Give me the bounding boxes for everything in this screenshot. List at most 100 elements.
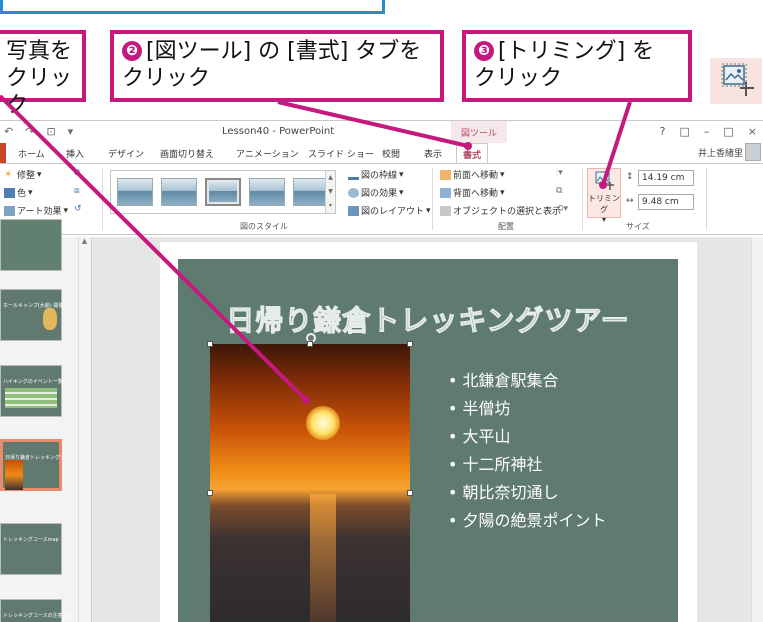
ribbon: ☀修整▾ 色▾ アート効果▾ ⧉ ⧈ ↺ 調整 ▲▼▾ 図の枠線▾ 図の効果▾ … xyxy=(0,163,763,235)
slide-thumbnail-6[interactable]: トレッキングコースの注意事項 xyxy=(0,599,73,622)
height-icon: ↕ xyxy=(626,172,634,182)
undo-icon[interactable]: ↶ xyxy=(4,125,13,138)
rotate-icon[interactable]: ⟲▾ xyxy=(556,204,568,214)
callout-crop: ❸ [トリミング] を クリック xyxy=(462,30,692,102)
resize-handle-tr[interactable] xyxy=(407,341,413,347)
tab-animations[interactable]: アニメーション xyxy=(236,147,299,160)
slide-thumbnail-5[interactable]: トレッキングコースmap xyxy=(0,523,62,575)
callout-3-text: [トリミング] を クリック xyxy=(474,39,655,91)
send-backward-button[interactable]: 背面へ移動 ▾ xyxy=(440,186,505,199)
picture-style-5[interactable] xyxy=(293,178,329,206)
resize-handle-tl[interactable] xyxy=(207,341,213,347)
window-title: Lesson40 - PowerPoint xyxy=(222,126,335,137)
align-icon[interactable]: ⫶▾ xyxy=(556,168,563,178)
scroll-up-icon[interactable]: ▲ xyxy=(79,237,90,245)
color-icon xyxy=(4,187,15,198)
corrections-button[interactable]: ☀ 修整 ▾ xyxy=(4,168,42,182)
resize-handle-t[interactable] xyxy=(307,341,313,347)
bring-forward-button[interactable]: 前面へ移動 ▾ xyxy=(440,168,505,181)
step-3-badge: ❸ xyxy=(474,41,494,61)
bullet-item: 半僧坊 xyxy=(448,395,607,423)
sun xyxy=(306,406,340,440)
slide-thumbnail-pane: ホールキャンプ(大船) 開催 ハイキングのイベント一覧 日帰り鎌倉トレッキングツ… xyxy=(0,219,92,622)
file-tab[interactable] xyxy=(0,143,6,163)
ribbon-tabs: ホーム 挿入 デザイン 画面切り替え アニメーション スライド ショー 校閲 表… xyxy=(0,143,763,164)
tab-design[interactable]: デザイン xyxy=(108,147,144,160)
sunset-mini xyxy=(5,460,23,490)
callout-2-text: [図ツール] の [書式] タブを クリック xyxy=(122,39,422,91)
crop-button[interactable]: トリミング ▾ xyxy=(587,168,621,224)
tab-view[interactable]: 表示 xyxy=(424,147,442,160)
divider xyxy=(102,168,103,230)
tab-format[interactable]: 書式 xyxy=(456,143,489,164)
width-field[interactable]: 9.48 cm xyxy=(638,194,694,210)
size-group-label: サイズ xyxy=(626,222,650,231)
resize-handle-r[interactable] xyxy=(407,490,413,496)
change-picture-icon[interactable]: ⧈ xyxy=(74,186,80,196)
window-controls: ? □ – □ × xyxy=(660,125,757,138)
callout-format-tab: ❷ [図ツール] の [書式] タブを クリック xyxy=(110,30,444,102)
close-icon[interactable]: × xyxy=(748,125,757,138)
width-icon: ↔ xyxy=(626,196,634,206)
effects-icon xyxy=(348,187,359,198)
tab-slideshow[interactable]: スライド ショー xyxy=(308,147,374,160)
title-bar: ↶ ↷ ⊡ ▾ Lesson40 - PowerPoint 図ツール ? □ –… xyxy=(0,121,763,143)
tab-transitions[interactable]: 画面切り替え xyxy=(160,147,214,160)
gallery-scroll[interactable]: ▲ ▼ ▾ xyxy=(325,171,335,213)
slide-thumbnail-2[interactable]: ホールキャンプ(大船) 開催 xyxy=(0,289,63,341)
crop-icon xyxy=(595,171,614,190)
slide-title[interactable]: 日帰り鎌倉トレッキングツアー xyxy=(178,299,678,339)
slideshow-icon[interactable]: ⊡ xyxy=(46,125,55,138)
customize-icon[interactable]: ▾ xyxy=(68,125,74,138)
bring-forward-icon xyxy=(440,169,451,180)
picture-effects-button[interactable]: 図の効果 ▾ xyxy=(348,186,404,199)
picture-border-button[interactable]: 図の枠線 ▾ xyxy=(348,168,404,181)
tab-review[interactable]: 校閲 xyxy=(382,147,400,160)
tab-insert[interactable]: 挿入 xyxy=(66,147,84,160)
canvas-scrollbar[interactable] xyxy=(751,237,763,622)
help-icon[interactable]: ? xyxy=(660,125,666,138)
bullet-list[interactable]: 北鎌倉駅集合 半僧坊 大平山 十二所神社 朝比奈切通し 夕陽の絶景ポイント xyxy=(448,367,607,535)
selection-pane-button[interactable]: オブジェクトの選択と表示 xyxy=(440,204,561,217)
send-backward-icon xyxy=(440,187,451,198)
ribbon-display-icon[interactable]: □ xyxy=(679,125,689,138)
divider xyxy=(706,168,707,230)
instruction-strip xyxy=(0,0,385,14)
picture-style-3[interactable] xyxy=(205,178,241,206)
picture-tools-context: 図ツール xyxy=(451,121,507,143)
thumbnail-scrollbar[interactable]: ▲ xyxy=(78,237,90,622)
avatar[interactable] xyxy=(745,143,761,161)
bullet-item: 十二所神社 xyxy=(448,451,607,479)
resize-handle-l[interactable] xyxy=(207,490,213,496)
artistic-icon xyxy=(4,205,15,216)
artistic-effects-button[interactable]: アート効果 ▾ xyxy=(4,204,68,217)
picture-style-1[interactable] xyxy=(117,178,153,206)
height-field[interactable]: 14.19 cm xyxy=(638,170,694,186)
tab-home[interactable]: ホーム xyxy=(18,147,45,160)
sunset-photo[interactable] xyxy=(210,344,410,622)
divider xyxy=(432,168,433,230)
layout-icon xyxy=(348,205,359,216)
bullet-item: 夕陽の絶景ポイント xyxy=(448,507,607,535)
slide-thumbnail-3[interactable]: ハイキングのイベント一覧 xyxy=(0,365,63,417)
picture-style-2[interactable] xyxy=(161,178,197,206)
powerpoint-window: ↶ ↷ ⊡ ▾ Lesson40 - PowerPoint 図ツール ? □ –… xyxy=(0,120,763,622)
reset-picture-icon[interactable]: ↺ xyxy=(74,204,82,214)
picture-style-4[interactable] xyxy=(249,178,285,206)
restore-icon[interactable]: □ xyxy=(723,125,733,138)
user-name[interactable]: 井上香緒里 xyxy=(698,146,743,159)
table-image xyxy=(5,388,57,408)
compress-icon[interactable]: ⧉ xyxy=(74,168,80,178)
crop-icon-preview xyxy=(710,58,762,104)
slide-thumbnail-4[interactable]: 日帰り鎌倉トレッキングツアー xyxy=(0,439,75,491)
bullet-item: 朝比奈切通し xyxy=(448,479,607,507)
color-button[interactable]: 色 ▾ xyxy=(4,186,33,199)
slide-canvas: 日帰り鎌倉トレッキングツアー 北鎌倉駅集合 半僧坊 大平山 十二所神社 朝比奈切… xyxy=(92,237,763,622)
minimize-icon[interactable]: – xyxy=(704,125,710,138)
step-2-badge: ❷ xyxy=(122,41,142,61)
slide-thumbnail-1[interactable] xyxy=(0,219,62,271)
group-icon[interactable]: ⧉ xyxy=(556,186,562,196)
redo-icon[interactable]: ↷ xyxy=(25,125,34,138)
picture-layout-button[interactable]: 図のレイアウト ▾ xyxy=(348,204,431,217)
picture-styles-gallery[interactable]: ▲ ▼ ▾ xyxy=(110,170,336,214)
